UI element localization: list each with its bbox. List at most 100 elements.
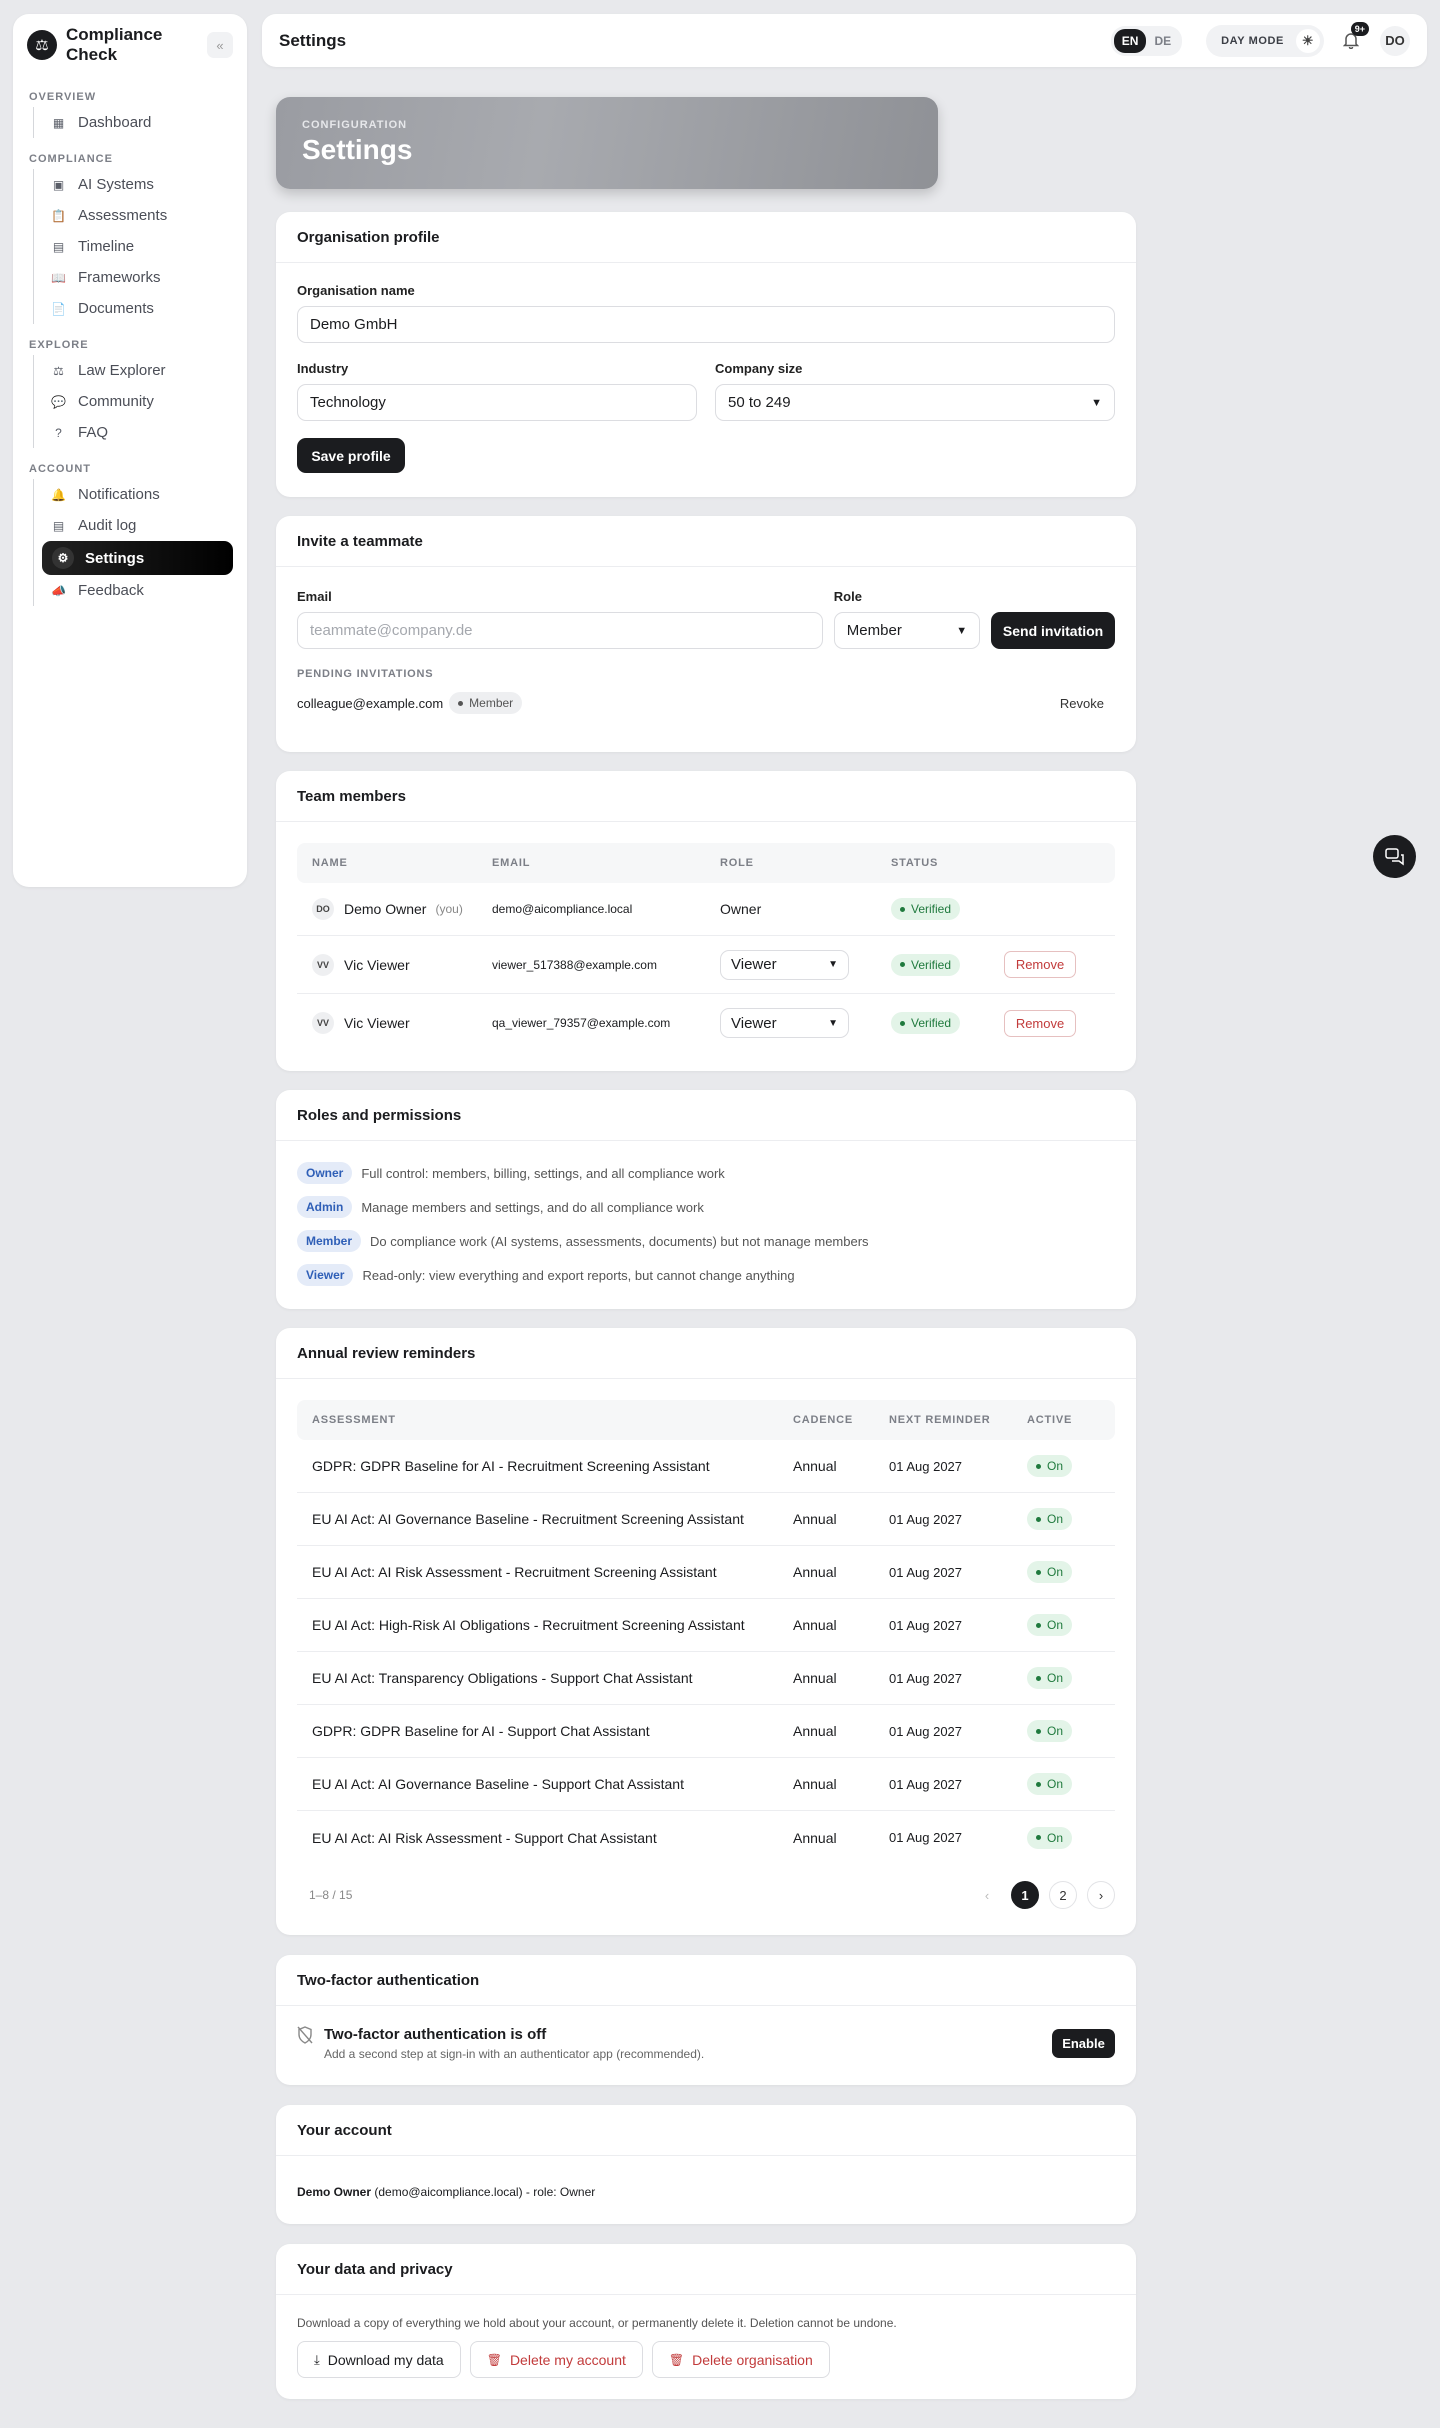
active-toggle[interactable]: On	[1027, 1720, 1073, 1742]
active-toggle[interactable]: On	[1027, 1667, 1073, 1689]
twofa-status: Two-factor authentication is off	[324, 2026, 547, 2043]
table-row: EU AI Act: AI Risk Assessment - Recruitm…	[297, 1546, 1115, 1599]
megaphone-icon: 📣	[51, 583, 66, 598]
sidebar-item-dashboard[interactable]: ▦ Dashboard	[34, 107, 247, 138]
prev-page-button[interactable]: ‹	[973, 1881, 1001, 1909]
data-privacy-card: Your data and privacy Download a copy of…	[276, 2244, 1136, 2399]
invite-email-input[interactable]: teammate@company.de	[297, 612, 823, 649]
role-description: Do compliance work (AI systems, assessme…	[370, 1233, 869, 1249]
status-badge: Verified	[891, 953, 961, 976]
sidebar-item-faq[interactable]: ? FAQ	[34, 417, 247, 448]
remove-member-button[interactable]: Remove	[1004, 951, 1077, 978]
delete-organisation-button[interactable]: 🗑 Delete organisation	[651, 2341, 830, 2378]
card-title: Annual review reminders	[276, 1328, 1136, 1379]
role-tag: Admin	[297, 1196, 353, 1218]
book-icon: 📖	[51, 270, 66, 285]
account-name: Demo Owner	[297, 2185, 372, 2199]
sidebar-item-timeline[interactable]: ▤ Timeline	[34, 231, 247, 262]
nav-group: ▦ Dashboard	[33, 107, 247, 138]
assessment-name: EU AI Act: AI Governance Baseline - Supp…	[312, 1776, 684, 1792]
enable-2fa-button[interactable]: Enable	[1052, 2029, 1115, 2058]
sidebar-item-documents[interactable]: 📄 Documents	[34, 293, 247, 324]
sidebar-item-label: Community	[78, 393, 154, 410]
sidebar-item-feedback[interactable]: 📣 Feedback	[34, 575, 247, 606]
sidebar-item-settings[interactable]: ⚙ Settings	[42, 541, 233, 575]
document-icon: 📄	[51, 301, 66, 316]
support-chat-button[interactable]	[1373, 835, 1416, 878]
chevron-down-icon: ▼	[828, 959, 838, 970]
sidebar-item-frameworks[interactable]: 📖 Frameworks	[34, 262, 247, 293]
next-page-button[interactable]: ›	[1087, 1881, 1115, 1909]
sidebar-item-audit-log[interactable]: ▤ Audit log	[34, 510, 247, 541]
lang-en-button[interactable]: EN	[1113, 28, 1147, 53]
trash-icon: 🗑	[668, 2352, 685, 2367]
day-mode-toggle[interactable]: DAY MODE ☀	[1206, 24, 1324, 57]
remove-member-button[interactable]: Remove	[1004, 1009, 1077, 1037]
download-data-button[interactable]: ⤓ Download my data	[297, 2341, 461, 2378]
industry-label: Industry	[297, 361, 349, 376]
sidebar-nav: OVERVIEW ▦ Dashboard COMPLIANCE ▣ AI Systems 📋…	[13, 91, 247, 606]
company-size-select[interactable]: 50 to 249 ▼	[715, 384, 1115, 421]
save-profile-button[interactable]: Save profile	[297, 438, 405, 473]
roles-permissions-card: Roles and permissions Owner Full control…	[276, 1090, 1136, 1309]
reminders-table-body: GDPR: GDPR Baseline for AI - Recruitment…	[297, 1440, 1115, 1864]
role-description: Read-only: view everything and export re…	[362, 1267, 795, 1283]
assessment-name: EU AI Act: AI Risk Assessment - Recruitm…	[312, 1564, 717, 1580]
reminders-table-header: ASSESSMENT CADENCE NEXT REMINDER ACTIVE	[297, 1400, 1115, 1440]
collapse-sidebar-button[interactable]: «	[207, 32, 233, 58]
sidebar-item-assessments[interactable]: 📋 Assessments	[34, 200, 247, 231]
gear-icon: ⚙	[52, 547, 74, 569]
page-1-button[interactable]: 1	[1011, 1881, 1039, 1909]
status-badge: Verified	[891, 1012, 961, 1034]
org-name-input[interactable]: Demo GmbH	[297, 306, 1115, 343]
nav-group: 🔔 Notifications ▤ Audit log ⚙ Settings 📣 Feedba…	[33, 479, 247, 606]
member-name-cell: DO Demo Owner (you)	[297, 898, 492, 920]
nav-section-label: OVERVIEW	[29, 91, 97, 103]
sidebar-item-notifications[interactable]: 🔔 Notifications	[34, 479, 247, 510]
sidebar-item-law-explorer[interactable]: ⚖ Law Explorer	[34, 355, 247, 386]
notifications-button[interactable]: 9+	[1340, 21, 1369, 52]
active-toggle[interactable]: On	[1027, 1614, 1073, 1636]
member-role-select[interactable]: Viewer ▼	[720, 949, 849, 980]
industry-input[interactable]: Technology	[297, 384, 697, 421]
user-avatar[interactable]: DO	[1380, 25, 1410, 56]
active-toggle[interactable]: On	[1027, 1561, 1073, 1583]
status-badge: Verified	[891, 898, 961, 920]
app-name: Compliance Check	[66, 25, 163, 64]
brand: ⚖ Compliance Check «	[13, 14, 247, 76]
assessment-name: EU AI Act: High-Risk AI Obligations - Re…	[312, 1617, 745, 1633]
lang-de-button[interactable]: DE	[1146, 29, 1179, 53]
roles-list: Owner Full control: members, billing, se…	[276, 1141, 1136, 1312]
role-row: Owner Full control: members, billing, se…	[297, 1156, 1115, 1190]
sidebar-item-ai-systems[interactable]: ▣ AI Systems	[34, 169, 247, 200]
member-role-select[interactable]: Viewer ▼	[720, 1008, 849, 1038]
role-description: Full control: members, billing, settings…	[361, 1165, 725, 1181]
active-toggle[interactable]: On	[1027, 1455, 1073, 1477]
annual-review-reminders-card: Annual review reminders ASSESSMENT CADEN…	[276, 1328, 1136, 1935]
member-role-cell: Owner	[720, 901, 891, 917]
member-email: qa_viewer_79357@example.com	[492, 1016, 671, 1030]
chevron-down-icon: ▼	[1091, 396, 1102, 409]
role-row: Admin Manage members and settings, and d…	[297, 1190, 1115, 1224]
role-tag: Viewer	[297, 1264, 354, 1286]
bell-icon: 🔔	[51, 487, 66, 502]
invite-role-select[interactable]: Member ▼	[833, 612, 981, 649]
active-toggle[interactable]: On	[1027, 1508, 1073, 1530]
sidebar-item-community[interactable]: 💬 Community	[34, 386, 247, 417]
page-2-button[interactable]: 2	[1049, 1881, 1077, 1909]
revoke-button[interactable]: Revoke	[1060, 696, 1104, 711]
active-toggle[interactable]: On	[1027, 1826, 1073, 1849]
pending-invitations-label: PENDING INVITATIONS	[297, 668, 434, 680]
sidebar-item-label: AI Systems	[78, 176, 154, 193]
invite-role-label: Role	[833, 589, 862, 604]
active-toggle[interactable]: On	[1027, 1773, 1073, 1795]
scale-icon: ⚖	[53, 363, 64, 378]
account-detail: (demo@aicompliance.local) - role: Owner	[371, 2185, 596, 2199]
chevron-down-icon: ▼	[956, 624, 968, 637]
member-email: demo@aicompliance.local	[492, 902, 633, 916]
delete-account-button[interactable]: 🗑 Delete my account	[469, 2341, 643, 2378]
member-role-cell: Viewer ▼	[720, 949, 891, 980]
table-row: GDPR: GDPR Baseline for AI - Support Cha…	[297, 1705, 1115, 1758]
send-invitation-button[interactable]: Send invitation	[991, 612, 1116, 649]
invite-role-value: Member	[846, 622, 902, 639]
